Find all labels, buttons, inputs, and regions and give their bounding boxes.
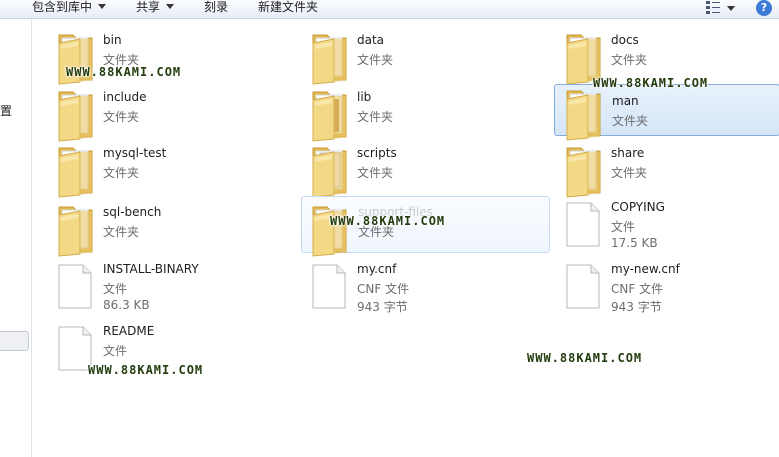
folder-item-mysql-test[interactable]: mysql-test 文件夹 bbox=[55, 141, 295, 199]
watermark-text: WWW.88KAMI.COM bbox=[330, 214, 446, 228]
burn-button[interactable]: 刻录 bbox=[204, 0, 228, 16]
item-name: lib bbox=[357, 90, 372, 104]
item-name: COPYING bbox=[611, 200, 665, 214]
watermark-text: WWW.88KAMI.COM bbox=[593, 76, 709, 90]
item-name: share bbox=[611, 146, 645, 160]
document-icon bbox=[58, 264, 92, 309]
folder-icon bbox=[309, 200, 351, 258]
watermark-text: WWW.88KAMI.COM bbox=[66, 65, 182, 79]
item-type: 文件 bbox=[103, 344, 128, 358]
document-icon bbox=[566, 202, 600, 247]
include-in-library-label: 包含到库中 bbox=[32, 0, 93, 14]
folder-item-include[interactable]: include 文件夹 bbox=[55, 85, 295, 143]
item-type: 文件夹 bbox=[611, 53, 648, 67]
item-type: 文件夹 bbox=[103, 166, 140, 180]
folder-item-lib[interactable]: lib 文件夹 bbox=[309, 85, 549, 143]
item-name: README bbox=[103, 324, 155, 338]
navigation-pane: 置 bbox=[0, 19, 32, 457]
watermark-text: WWW.88KAMI.COM bbox=[88, 363, 204, 377]
item-size: 943 字节 bbox=[611, 300, 662, 314]
folder-item-data[interactable]: data 文件夹 bbox=[309, 28, 549, 86]
change-view-button[interactable] bbox=[703, 1, 739, 16]
item-name: bin bbox=[103, 33, 122, 47]
item-type: 文件夹 bbox=[103, 225, 140, 239]
item-type: CNF 文件 bbox=[611, 282, 664, 296]
item-name: mysql-test bbox=[103, 146, 167, 160]
item-type: 文件夹 bbox=[357, 53, 394, 67]
item-name: my-new.cnf bbox=[611, 262, 680, 276]
include-in-library-button[interactable]: 包含到库中 bbox=[32, 0, 107, 16]
chevron-down-icon bbox=[166, 4, 175, 9]
folder-item-share[interactable]: share 文件夹 bbox=[563, 141, 775, 199]
folder-icon bbox=[55, 200, 97, 258]
new-folder-button[interactable]: 新建文件夹 bbox=[258, 0, 318, 16]
folder-document-icon bbox=[309, 141, 351, 199]
item-type: 文件 bbox=[103, 282, 128, 296]
watermark-text: WWW.88KAMI.COM bbox=[527, 351, 643, 365]
item-name: sql-bench bbox=[103, 205, 162, 219]
file-item-copying[interactable]: COPYING 文件 17.5 KB bbox=[563, 196, 775, 256]
document-icon bbox=[566, 264, 600, 309]
item-type: 文件夹 bbox=[611, 166, 648, 180]
item-name: include bbox=[103, 90, 147, 104]
item-type: 文件夹 bbox=[103, 110, 140, 124]
folder-icon bbox=[309, 28, 351, 86]
item-name: docs bbox=[611, 33, 639, 47]
help-icon[interactable]: ? bbox=[756, 0, 772, 16]
view-icon bbox=[706, 1, 720, 14]
folder-icon bbox=[563, 141, 605, 199]
item-size: 86.3 KB bbox=[103, 298, 150, 312]
item-name: man bbox=[612, 94, 639, 108]
item-name: data bbox=[357, 33, 385, 47]
document-icon bbox=[58, 326, 92, 371]
nav-item-label[interactable]: 置 bbox=[0, 102, 12, 119]
folder-books-icon bbox=[309, 85, 351, 143]
item-name: INSTALL-BINARY bbox=[103, 262, 199, 276]
share-button[interactable]: 共享 bbox=[136, 0, 175, 16]
item-size: 943 字节 bbox=[357, 300, 408, 314]
folder-icon bbox=[563, 84, 605, 142]
command-bar: 包含到库中 共享 刻录 新建文件夹 ? bbox=[0, 0, 779, 19]
file-item-install-binary[interactable]: INSTALL-BINARY 文件 86.3 KB bbox=[55, 258, 295, 318]
item-type: 文件夹 bbox=[357, 166, 394, 180]
item-name: scripts bbox=[357, 146, 397, 160]
chevron-down-icon bbox=[727, 6, 735, 11]
item-type: 文件夹 bbox=[612, 114, 649, 128]
item-name: my.cnf bbox=[357, 262, 397, 276]
folder-icon bbox=[55, 141, 97, 199]
nav-scroll-thumb[interactable] bbox=[0, 331, 29, 351]
folder-item-man[interactable]: man 文件夹 bbox=[554, 84, 779, 141]
folder-icon bbox=[55, 85, 97, 143]
folder-item-scripts[interactable]: scripts 文件夹 bbox=[309, 141, 549, 199]
chevron-down-icon bbox=[98, 4, 107, 9]
item-size: 17.5 KB bbox=[611, 236, 658, 250]
share-label: 共享 bbox=[136, 0, 161, 14]
document-icon bbox=[312, 264, 346, 309]
item-type: 文件 bbox=[611, 220, 636, 234]
file-item-my-new-cnf[interactable]: my-new.cnf CNF 文件 943 字节 bbox=[563, 258, 775, 318]
file-item-my-cnf[interactable]: my.cnf CNF 文件 943 字节 bbox=[309, 258, 549, 318]
item-type: CNF 文件 bbox=[357, 282, 410, 296]
item-type: 文件夹 bbox=[357, 110, 394, 124]
folder-item-sql-bench[interactable]: sql-bench 文件夹 bbox=[55, 200, 295, 258]
